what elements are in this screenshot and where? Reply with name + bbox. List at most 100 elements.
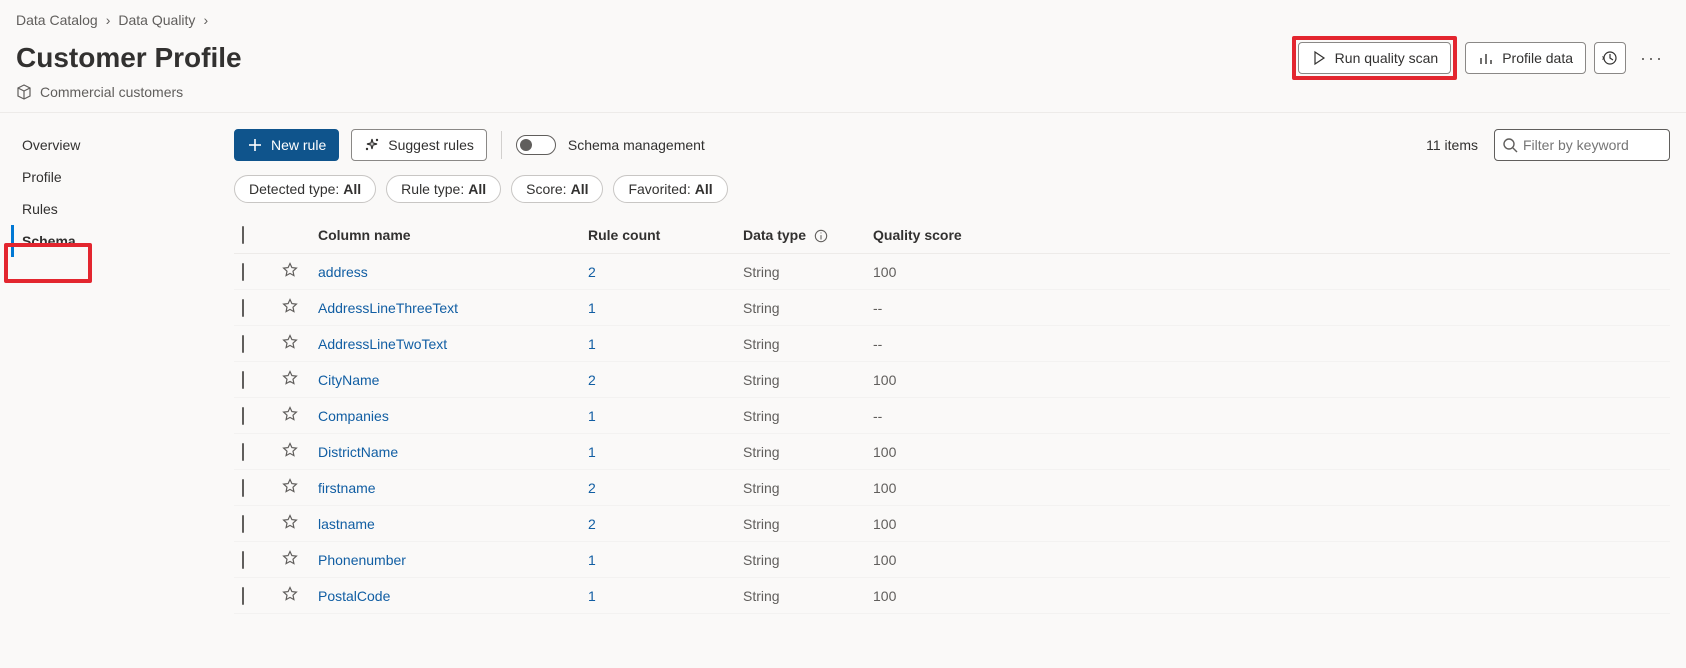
star-icon[interactable] [282,481,298,497]
filter-chip-favorited[interactable]: Favorited: All [613,175,727,203]
column-name-link[interactable]: lastname [318,516,375,532]
column-name-link[interactable]: AddressLineTwoText [318,336,447,352]
star-icon[interactable] [282,553,298,569]
select-all-checkbox[interactable] [242,226,244,244]
filter-chip-score[interactable]: Score: All [511,175,603,203]
column-name-link[interactable]: CityName [318,372,379,388]
chip-value: All [343,181,361,197]
table-row: Companies1String-- [234,398,1670,434]
highlight-run-quality-scan: Run quality scan [1292,36,1458,80]
profile-data-button[interactable]: Profile data [1465,42,1586,74]
chip-label: Detected type: [249,181,339,197]
rule-count-link[interactable]: 1 [588,552,596,568]
quality-score-value: 100 [873,588,896,604]
table-row: AddressLineThreeText 1 String -- [234,290,1670,326]
data-type-value: String [743,264,780,280]
data-type-value: String [743,372,780,388]
data-type-value: String [743,444,780,460]
more-actions-button[interactable]: ··· [1634,44,1670,73]
quality-score-value: -- [873,336,882,352]
data-type-value: String [743,408,780,424]
star-icon[interactable] [282,301,298,317]
plus-icon [247,137,263,153]
column-name-link[interactable]: DistrictName [318,444,398,460]
rule-count-link[interactable]: 1 [588,300,596,316]
star-icon[interactable] [282,409,298,425]
filter-chip-rule-type[interactable]: Rule type: All [386,175,501,203]
rule-count-link[interactable]: 1 [588,408,596,424]
th-data-type-label: Data type [743,227,806,243]
breadcrumb-link[interactable]: Data Catalog [16,12,98,28]
rule-count-link[interactable]: 2 [588,480,596,496]
table-row: PostalCode 1 String 100 [234,578,1670,614]
sidebar-item-schema[interactable]: Schema [11,225,234,257]
rule-count-link[interactable]: 1 [588,336,596,352]
row-checkbox[interactable] [242,515,244,533]
rule-count-link[interactable]: 1 [588,588,596,604]
th-rule-count[interactable]: Rule count [580,217,735,254]
info-icon[interactable] [814,229,828,243]
row-checkbox[interactable] [242,335,244,353]
th-quality-score[interactable]: Quality score [865,217,1670,254]
row-checkbox[interactable] [242,263,244,281]
row-checkbox[interactable] [242,443,244,461]
table-row: lastname2String100 [234,506,1670,542]
filter-chip-detected-type[interactable]: Detected type: All [234,175,376,203]
sidebar-item-profile[interactable]: Profile [16,161,234,193]
history-button[interactable] [1594,42,1626,74]
page-title: Customer Profile [16,42,242,74]
rule-count-link[interactable]: 1 [588,444,596,460]
star-icon[interactable] [282,337,298,353]
chip-value: All [695,181,713,197]
profile-data-label: Profile data [1502,50,1573,66]
run-quality-scan-button[interactable]: Run quality scan [1298,42,1452,74]
new-rule-button[interactable]: New rule [234,129,339,161]
column-name-link[interactable]: PostalCode [318,588,390,604]
quality-score-value: 100 [873,480,896,496]
quality-score-value: 100 [873,444,896,460]
search-icon [1502,137,1518,153]
star-icon[interactable] [282,373,298,389]
star-icon[interactable] [282,265,298,281]
star-icon[interactable] [282,589,298,605]
data-type-value: String [743,516,780,532]
toolbar-divider [501,131,502,159]
suggest-rules-button[interactable]: Suggest rules [351,129,487,161]
data-type-value: String [743,336,780,352]
sidebar-item-rules[interactable]: Rules [16,193,234,225]
quality-score-value: 100 [873,372,896,388]
new-rule-label: New rule [271,137,326,153]
quality-score-value: -- [873,300,882,316]
row-checkbox[interactable] [242,407,244,425]
schema-management-toggle[interactable] [516,135,556,155]
rule-count-link[interactable]: 2 [588,264,596,280]
table-row: CityName 2 String 100 [234,362,1670,398]
schema-management-label: Schema management [568,137,705,153]
column-name-link[interactable]: address [318,264,368,280]
filter-input[interactable] [1494,129,1670,161]
rule-count-link[interactable]: 2 [588,372,596,388]
th-data-type[interactable]: Data type [735,217,865,254]
suggest-rules-label: Suggest rules [388,137,474,153]
star-icon[interactable] [282,517,298,533]
row-checkbox[interactable] [242,479,244,497]
data-type-value: String [743,300,780,316]
row-checkbox[interactable] [242,299,244,317]
column-name-link[interactable]: firstname [318,480,376,496]
rule-count-link[interactable]: 2 [588,516,596,532]
star-icon[interactable] [282,445,298,461]
column-name-link[interactable]: Companies [318,408,389,424]
row-checkbox[interactable] [242,371,244,389]
data-type-value: String [743,588,780,604]
column-name-link[interactable]: Phonenumber [318,552,406,568]
chevron-right-icon: › [203,12,208,28]
run-quality-scan-label: Run quality scan [1335,50,1439,66]
quality-score-value: 100 [873,552,896,568]
row-checkbox[interactable] [242,587,244,605]
breadcrumb-link[interactable]: Data Quality [118,12,195,28]
th-column-name[interactable]: Column name [310,217,580,254]
row-checkbox[interactable] [242,551,244,569]
column-name-link[interactable]: AddressLineThreeText [318,300,458,316]
cube-icon [16,84,32,100]
sidebar-item-overview[interactable]: Overview [16,129,234,161]
